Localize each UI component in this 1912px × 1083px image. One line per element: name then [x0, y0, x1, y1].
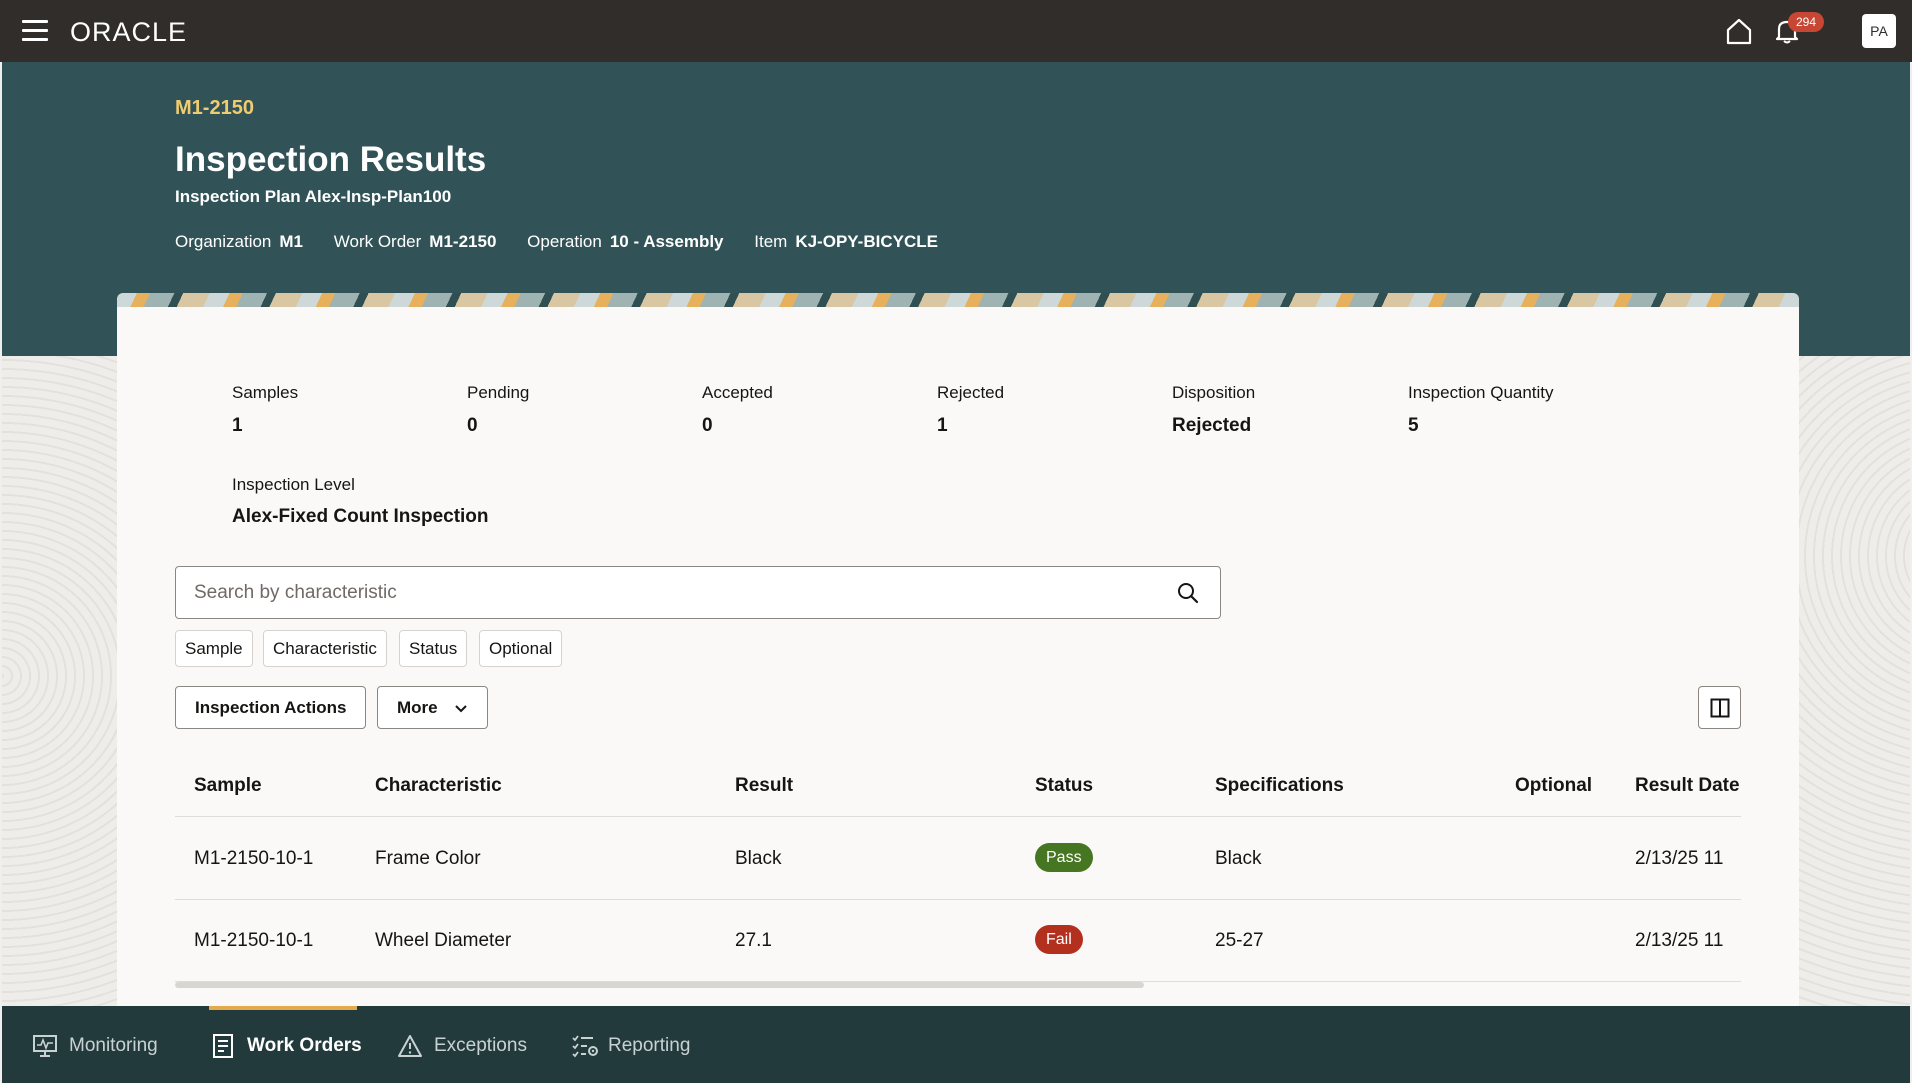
stat-label: Inspection Quantity: [1408, 383, 1554, 402]
filter-chip-sample[interactable]: Sample: [175, 630, 253, 667]
more-label: More: [397, 698, 438, 717]
cell-specifications: Black: [1215, 848, 1262, 869]
menu-icon[interactable]: [22, 20, 48, 42]
stat-samples: Samples 1: [232, 383, 298, 437]
search-input[interactable]: [194, 579, 1144, 607]
avatar[interactable]: PA: [1862, 14, 1896, 48]
background-pattern-left: [2, 356, 117, 1006]
columns-icon: [1710, 698, 1730, 718]
active-tab-indicator: [209, 1006, 357, 1010]
warning-icon: [398, 1035, 422, 1057]
stat-accepted: Accepted 0: [702, 383, 773, 437]
stat-value: 1: [232, 415, 243, 436]
stat-value: Rejected: [1172, 415, 1252, 436]
stat-label: Samples: [232, 383, 299, 402]
column-header-result-date[interactable]: Result Date: [1635, 775, 1740, 797]
report-icon: [572, 1035, 598, 1058]
cell-characteristic: Frame Color: [375, 848, 481, 869]
column-header-specifications[interactable]: Specifications: [1215, 775, 1344, 797]
search-icon[interactable]: [1176, 581, 1200, 605]
search-field: [175, 566, 1221, 619]
stat-disposition: Disposition Rejected: [1172, 383, 1255, 437]
background-pattern-right: [1799, 356, 1910, 1006]
cell-result: Black: [735, 848, 782, 869]
column-layout-button[interactable]: [1698, 686, 1741, 729]
stat-value: Alex-Fixed Count Inspection: [232, 506, 489, 527]
column-header-sample[interactable]: Sample: [194, 775, 262, 797]
stat-label: Accepted: [702, 383, 773, 402]
document-icon: [213, 1034, 233, 1058]
table-divider: [175, 816, 1741, 817]
stat-label: Rejected: [937, 383, 1005, 402]
stat-inspection-level: Inspection Level Alex-Fixed Count Inspec…: [232, 475, 489, 528]
filter-chip-status[interactable]: Status: [399, 630, 468, 667]
status-badge-fail: Fail: [1035, 925, 1083, 954]
column-header-optional[interactable]: Optional: [1515, 775, 1592, 797]
page-title: Inspection Results: [175, 140, 487, 179]
filter-chip-optional[interactable]: Optional: [479, 630, 563, 667]
cell-sample: M1-2150-10-1: [194, 930, 314, 951]
header-meta: Organization M1 Work Order M1-2150 Operati…: [175, 232, 964, 252]
monitor-icon: [33, 1035, 57, 1057]
inspection-plan-subtitle: Inspection Plan Alex-Insp-Plan100: [175, 187, 452, 206]
cell-characteristic: Wheel Diameter: [375, 930, 512, 951]
stat-inspection-quantity: Inspection Quantity 5: [1408, 383, 1554, 437]
meta-label-organization: Organization: [175, 232, 272, 251]
nav-label: Monitoring: [69, 1035, 158, 1056]
filter-chip-characteristic[interactable]: Characteristic: [263, 630, 387, 667]
stat-value: 0: [467, 415, 478, 436]
nav-label: Exceptions: [434, 1035, 527, 1056]
status-badge-pass: Pass: [1035, 843, 1093, 872]
meta-value-work-order: M1-2150: [429, 232, 497, 251]
stat-label: Pending: [467, 383, 530, 402]
notification-badge: 294: [1788, 12, 1824, 32]
nav-label: Work Orders: [247, 1035, 362, 1056]
inspection-actions-label: Inspection Actions: [195, 698, 347, 717]
chevron-down-icon: [455, 704, 468, 712]
column-header-result[interactable]: Result: [735, 775, 793, 797]
column-header-status[interactable]: Status: [1035, 775, 1093, 797]
meta-value-operation: 10 - Assembly: [609, 232, 724, 251]
cell-result: 27.1: [735, 930, 772, 951]
oracle-logo[interactable]: ORACLE: [70, 17, 187, 48]
stat-rejected: Rejected 1: [937, 383, 1004, 437]
column-header-characteristic[interactable]: Characteristic: [375, 775, 502, 797]
meta-value-organization: M1: [279, 232, 304, 251]
home-icon[interactable]: [1724, 16, 1754, 46]
meta-value-item: KJ-OPY-BICYCLE: [795, 232, 938, 251]
stat-value: 1: [937, 415, 948, 436]
cell-sample: M1-2150-10-1: [194, 848, 314, 869]
stat-value: 5: [1408, 415, 1419, 436]
meta-label-work-order: Work Order: [333, 232, 422, 251]
meta-label-item: Item: [754, 232, 788, 251]
cell-result-date: 2/13/25 11: [1635, 930, 1724, 951]
global-header: ORACLE 294 PA: [0, 0, 1912, 62]
stat-value: 0: [702, 415, 713, 436]
stat-label: Inspection Level: [232, 475, 355, 494]
cell-specifications: 25-27: [1215, 930, 1264, 951]
stat-label: Disposition: [1172, 383, 1256, 402]
more-button[interactable]: More: [377, 686, 489, 729]
horizontal-scrollbar[interactable]: [175, 982, 1144, 988]
meta-label-operation: Operation: [527, 232, 602, 251]
table-divider: [175, 899, 1741, 900]
nav-label: Reporting: [608, 1035, 691, 1056]
cell-result-date: 2/13/25 11: [1635, 848, 1724, 869]
work-order-id: M1-2150: [175, 97, 254, 119]
stat-pending: Pending 0: [467, 383, 529, 437]
inspection-actions-button[interactable]: Inspection Actions: [175, 686, 367, 729]
